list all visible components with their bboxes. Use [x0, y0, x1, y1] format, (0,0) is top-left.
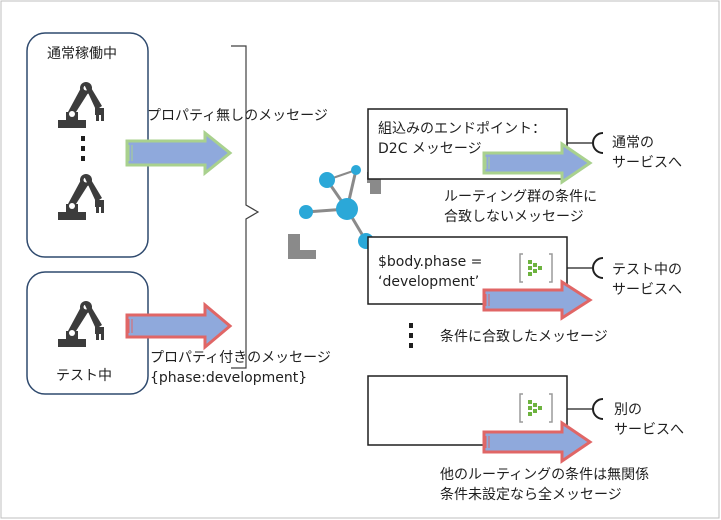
builtin-endpoint-subtitle: D2C メッセージ — [378, 141, 482, 157]
merge-brace — [231, 45, 260, 369]
service-connector-icon — [592, 257, 604, 279]
matched-messages-label: 条件に合致したメッセージ — [440, 328, 608, 345]
vertical-ellipsis-routes — [409, 323, 413, 348]
service-connector-icon — [592, 132, 604, 154]
route-condition-line1: $body.phase = — [378, 254, 482, 270]
other-service-label-line1: 別の — [614, 402, 642, 418]
test-group-title: テスト中 — [56, 368, 112, 384]
label-property-value: {phase:development} — [150, 370, 307, 386]
builtin-endpoint-title: 組込みのエンドポイント： — [378, 121, 546, 137]
label-message-with-property: プロパティ付きのメッセージ — [150, 350, 331, 366]
iot-hub-icon — [288, 165, 381, 259]
service-connector-icon — [592, 398, 604, 420]
routing-diagram: 通常稼働中 テスト中 プロパティ無しのメッセージ プロパティ付きのメッセージ {… — [0, 0, 720, 519]
unmatched-messages-line2: 合致しないメッセージ — [444, 209, 584, 225]
other-service-label-line2: サービスへ — [614, 422, 684, 438]
other-route-note-line1: 他のルーティングの条件は無関係 — [440, 466, 649, 483]
normal-service-label-line1: 通常の — [612, 135, 654, 151]
test-service-label-line2: サービスへ — [612, 282, 682, 298]
other-route-note-line2: 条件未設定なら全メッセージ — [440, 486, 622, 503]
normal-group-title: 通常稼働中 — [47, 46, 117, 62]
vertical-ellipsis-devices — [81, 136, 85, 161]
normal-service-label-line2: サービスへ — [612, 155, 682, 171]
test-service-label-line1: テスト中の — [612, 262, 682, 278]
route-condition-line2: ‘development’ — [378, 274, 479, 290]
label-message-no-property: プロパティ無しのメッセージ — [147, 108, 328, 124]
unmatched-messages-line1: ルーティング群の条件に — [444, 188, 597, 205]
